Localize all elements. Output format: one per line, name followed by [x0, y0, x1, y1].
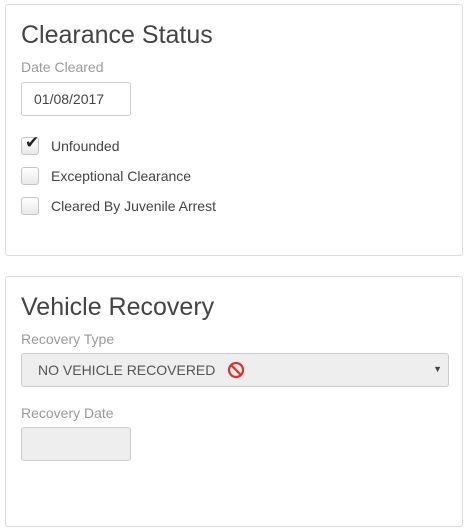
- vehicle-recovery-title: Vehicle Recovery: [21, 293, 215, 321]
- unfounded-checkbox[interactable]: ✔: [21, 133, 40, 155]
- unfounded-label: Unfounded: [51, 138, 120, 154]
- checkmark-icon: ✔: [25, 133, 40, 152]
- juvenile-arrest-checkbox[interactable]: [21, 197, 39, 215]
- date-cleared-label: Date Cleared: [21, 59, 104, 75]
- clearance-status-title: Clearance Status: [21, 21, 213, 49]
- recovery-date-input[interactable]: [21, 427, 131, 461]
- unfounded-option[interactable]: ✔ Unfounded: [21, 133, 120, 156]
- vehicle-recovery-panel: Vehicle Recovery Recovery Type NO VEHICL…: [5, 276, 463, 527]
- recovery-type-label: Recovery Type: [21, 331, 115, 347]
- chevron-down-icon: ▼: [433, 364, 442, 374]
- recovery-date-label: Recovery Date: [21, 405, 114, 421]
- exceptional-clearance-label: Exceptional Clearance: [51, 168, 192, 184]
- juvenile-arrest-option[interactable]: Cleared By Juvenile Arrest: [21, 196, 216, 216]
- no-entry-icon: [228, 361, 245, 379]
- recovery-type-value: NO VEHICLE RECOVERED: [38, 362, 216, 378]
- date-cleared-input[interactable]: [21, 82, 131, 116]
- recovery-type-select[interactable]: NO VEHICLE RECOVERED ▼: [21, 353, 449, 387]
- clearance-status-panel: Clearance Status Date Cleared ✔ Unfounde…: [5, 4, 463, 256]
- exceptional-clearance-option[interactable]: Exceptional Clearance: [21, 166, 191, 186]
- exceptional-clearance-checkbox[interactable]: [21, 167, 39, 185]
- juvenile-arrest-label: Cleared By Juvenile Arrest: [51, 198, 216, 214]
